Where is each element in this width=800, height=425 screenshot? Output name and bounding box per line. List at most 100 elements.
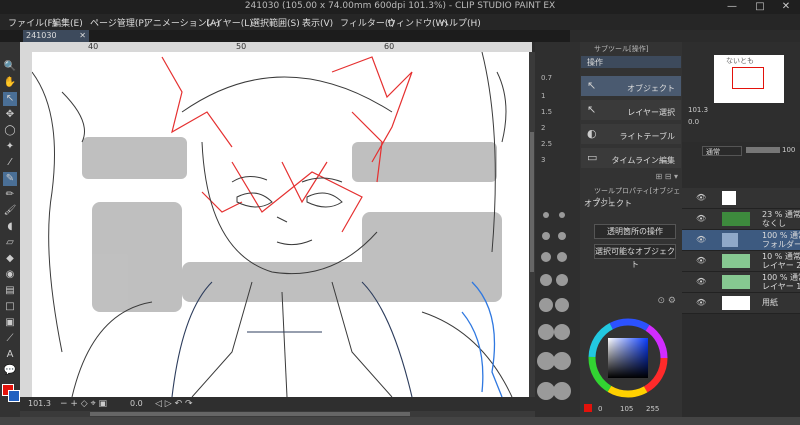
brush-size-dot[interactable] bbox=[558, 232, 566, 240]
layer-row[interactable]: 👁 10 % 通常 レイヤー 2 bbox=[682, 251, 800, 272]
select-layer-icon[interactable]: ↖ bbox=[3, 92, 17, 106]
brush-size-dot[interactable] bbox=[543, 212, 549, 218]
eye-icon[interactable]: 👁 bbox=[696, 277, 706, 286]
vertical-scroll-thumb[interactable] bbox=[530, 132, 534, 272]
eye-icon[interactable]: 👁 bbox=[696, 214, 706, 223]
maximize-button[interactable]: □ bbox=[746, 0, 774, 14]
subtool-group-tab[interactable]: 操作 bbox=[581, 56, 681, 68]
eraser-icon[interactable]: ▱ bbox=[3, 236, 17, 250]
move-icon[interactable]: ✥ bbox=[3, 108, 17, 122]
layer-thumbnail bbox=[722, 212, 750, 226]
subtool-item-label: ライトテーブル bbox=[619, 132, 675, 141]
selectable-object-dropdown[interactable]: 選択可能なオブジェクト bbox=[594, 244, 676, 269]
subtool-panel: サブツール[操作] 操作 ↖ オブジェクト ↖ レイヤー選択 ◐ ライトテーブル ▭ タ… bbox=[580, 42, 682, 182]
brush-size-dot[interactable] bbox=[542, 232, 550, 240]
layer-row[interactable]: 👁 23 % 通常 なくし bbox=[682, 209, 800, 230]
menu-view[interactable]: 表示(V) bbox=[302, 16, 333, 29]
eye-icon[interactable]: 👁 bbox=[696, 193, 706, 202]
brush-size-dot[interactable] bbox=[553, 382, 571, 400]
layer-row[interactable]: 👁 100 % 通常 レイヤー 1 bbox=[682, 272, 800, 293]
drawing-canvas[interactable] bbox=[32, 52, 529, 397]
horizontal-scroll-thumb[interactable] bbox=[90, 412, 410, 416]
subtool-item-label: オブジェクト bbox=[627, 84, 675, 93]
eye-icon[interactable]: 👁 bbox=[696, 256, 706, 265]
subtool-item-layer-select[interactable]: ↖ レイヤー選択 bbox=[581, 100, 681, 120]
layer-row[interactable]: 👁 bbox=[682, 188, 800, 209]
brush-size-dot[interactable] bbox=[541, 252, 551, 262]
balloon-icon[interactable]: 💬 bbox=[3, 364, 17, 378]
text-icon[interactable]: A bbox=[3, 348, 17, 362]
brush-size-dot[interactable] bbox=[556, 274, 568, 286]
brush-size-dot[interactable] bbox=[554, 324, 570, 340]
zoom-value[interactable]: 101.3 bbox=[28, 399, 51, 408]
brush-size-dot[interactable] bbox=[540, 274, 552, 286]
ruler-mark: 50 bbox=[236, 42, 247, 51]
brush-size[interactable]: 2 bbox=[541, 124, 555, 132]
settings-icon[interactable]: ⊙ ⚙ bbox=[658, 296, 676, 306]
pencil-icon[interactable]: ✏ bbox=[3, 188, 17, 202]
blend-mode-select[interactable]: 通常 bbox=[702, 146, 742, 156]
navigator-thumbnail[interactable]: ないとも bbox=[714, 55, 784, 103]
figure-icon[interactable]: □ bbox=[3, 300, 17, 314]
layer-row-selected[interactable]: 👁 100 % 通常 フォルダー 1 bbox=[682, 230, 800, 251]
airbrush-icon[interactable]: ◖ bbox=[3, 220, 17, 234]
brush-size[interactable]: 0.7 bbox=[541, 74, 555, 82]
color-wheel[interactable] bbox=[580, 312, 682, 417]
menu-edit[interactable]: 編集(E) bbox=[52, 16, 83, 29]
zoom-controls[interactable]: − + ◇ ⌖ ▣ bbox=[60, 399, 107, 409]
brush-size-dot[interactable] bbox=[538, 324, 554, 340]
brush-size[interactable]: 1 bbox=[541, 92, 555, 100]
subtool-panel-controls[interactable]: ⊞ ⊟ ▾ bbox=[655, 172, 678, 181]
pen-icon[interactable]: ✎ bbox=[3, 172, 17, 186]
layer-name: 100 % 通常 レイヤー 1 bbox=[762, 273, 800, 291]
menu-selection[interactable]: 選択範囲(S) bbox=[251, 16, 300, 29]
gradient-icon[interactable]: ▤ bbox=[3, 284, 17, 298]
transparent-area-dropdown[interactable]: 透明箇所の操作 bbox=[594, 224, 676, 239]
blend-icon[interactable]: ◆ bbox=[3, 252, 17, 266]
zoom-icon[interactable]: 🔍 bbox=[3, 60, 17, 74]
menu-file[interactable]: ファイル(F) bbox=[8, 16, 56, 29]
rotate-value[interactable]: 0.0 bbox=[130, 399, 143, 408]
eye-icon[interactable]: 👁 bbox=[696, 298, 706, 307]
subtool-item-object[interactable]: ↖ オブジェクト bbox=[581, 76, 681, 96]
document-tab[interactable]: 241030 ✕ bbox=[23, 30, 89, 42]
opacity-slider[interactable] bbox=[746, 147, 780, 153]
subtool-item-light-table[interactable]: ◐ ライトテーブル bbox=[581, 124, 681, 144]
eye-icon[interactable]: 👁 bbox=[696, 235, 706, 244]
hand-icon[interactable]: ✋ bbox=[3, 76, 17, 90]
brush-size-dot[interactable] bbox=[557, 252, 567, 262]
brush-size-dot[interactable] bbox=[553, 352, 571, 370]
close-icon[interactable]: ✕ bbox=[79, 30, 86, 42]
layer-row[interactable]: 👁 用紙 bbox=[682, 293, 800, 314]
sub-color-swatch[interactable] bbox=[8, 390, 20, 402]
navigator-view-frame[interactable] bbox=[732, 67, 764, 89]
layer-opacity[interactable]: 100 bbox=[782, 146, 795, 154]
navigator-zoom[interactable]: 101.3 bbox=[688, 106, 708, 114]
rotate-controls[interactable]: ◁ ▷ ↶ ↷ bbox=[155, 399, 193, 409]
title-bar: 241030 (105.00 x 74.00mm 600dpi 101.3%) … bbox=[0, 0, 800, 14]
folder-icon bbox=[722, 233, 738, 247]
fill-icon[interactable]: ◉ bbox=[3, 268, 17, 282]
brush-size-dot[interactable] bbox=[539, 298, 553, 312]
frame-icon[interactable]: ▣ bbox=[3, 316, 17, 330]
menu-help[interactable]: ヘルプ(H) bbox=[440, 16, 481, 29]
lasso-icon[interactable]: ◯ bbox=[3, 124, 17, 138]
magic-wand-icon[interactable]: ✦ bbox=[3, 140, 17, 154]
eyedropper-icon[interactable]: ⁄ bbox=[3, 156, 17, 170]
menu-page[interactable]: ページ管理(P) bbox=[90, 16, 147, 29]
menu-layer[interactable]: レイヤー(L) bbox=[205, 16, 253, 29]
brush-size[interactable]: 3 bbox=[541, 156, 555, 164]
close-button[interactable]: ✕ bbox=[772, 0, 800, 14]
minimize-button[interactable]: — bbox=[718, 0, 746, 14]
navigator-rotate[interactable]: 0.0 bbox=[688, 118, 699, 126]
brush-size-dot[interactable] bbox=[559, 212, 565, 218]
navigator-thumb-text: ないとも bbox=[726, 57, 754, 65]
brush-size[interactable]: 2.5 bbox=[541, 140, 555, 148]
brush-size-dot[interactable] bbox=[555, 298, 569, 312]
brush-size[interactable]: 1.5 bbox=[541, 108, 555, 116]
main-color-chip[interactable] bbox=[584, 404, 592, 412]
brush-icon[interactable]: 🖌 bbox=[3, 204, 17, 218]
ruler-icon[interactable]: ⟋ bbox=[3, 332, 17, 346]
subtool-item-timeline-edit[interactable]: ▭ タイムライン編集 bbox=[581, 148, 681, 168]
menu-window[interactable]: ウィンドウ(W) bbox=[387, 16, 448, 29]
